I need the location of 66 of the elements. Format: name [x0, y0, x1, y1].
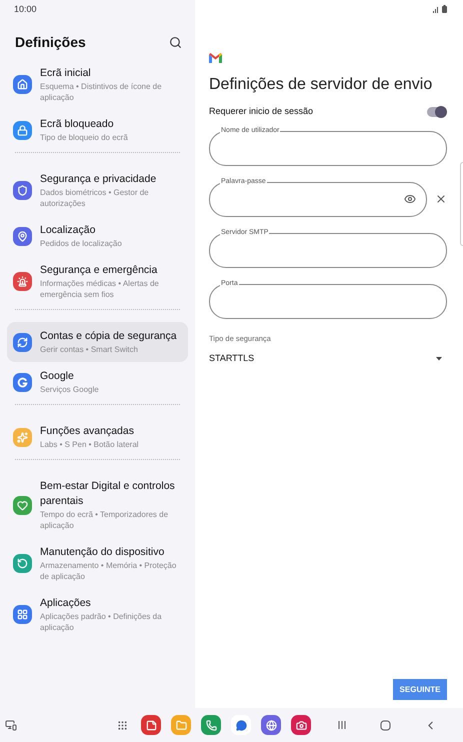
page-title: Definições de servidor de envio	[209, 75, 434, 95]
item-title: Funções avançadas	[40, 424, 135, 439]
apps-icon	[13, 605, 32, 624]
item-title: Manutenção do dispositivo	[40, 545, 166, 560]
settings-item[interactable]: Contas e cópia de segurança Gerir contas • Smart Switch	[7, 322, 188, 362]
settings-item[interactable]: Google Serviços Google	[7, 362, 188, 402]
sparkle-icon	[13, 428, 32, 446]
toggle-switch[interactable]	[427, 106, 446, 117]
item-subtitle: Dados biométricos • Gestor de autorizações	[40, 187, 150, 209]
item-title: Google	[40, 369, 75, 384]
settings-title: Definições	[15, 33, 86, 52]
item-subtitle: Armazenamento • Memória • Proteção de aplicação	[40, 560, 178, 582]
item-title: Contas e cópia de segurança	[40, 329, 177, 344]
battery-icon	[442, 5, 447, 13]
settings-item[interactable]: Ecrã inicial Esquema • Distintivos de ícone de aplicação	[7, 59, 188, 110]
clear-icon[interactable]	[435, 193, 447, 205]
app-drawer-icon[interactable]	[117, 720, 128, 730]
item-subtitle: Tempo do ecrã • Temporizadores de aplicação	[40, 509, 170, 531]
settings-item[interactable]: Aplicações Aplicações padrão • Definições da aplicação	[7, 589, 188, 640]
settings-item[interactable]: Segurança e emergência Informações médicas • Alertas de emergência sem fios	[7, 256, 188, 307]
home-icon	[13, 75, 32, 94]
item-subtitle: Labs • S Pen • Botão lateral	[40, 439, 139, 450]
settings-item[interactable]: Segurança e privacidade Dados biométricos • Gestor de autorizações	[7, 165, 188, 216]
siren-icon	[13, 272, 32, 291]
search-icon[interactable]	[169, 36, 182, 49]
item-title: Ecrã bloqueado	[40, 117, 115, 132]
item-subtitle: Pedidos de localização	[40, 238, 122, 249]
refresh-icon	[13, 554, 32, 573]
toggle-label: Requerer inicio de sessão	[209, 105, 314, 118]
mail-logo-icon	[209, 53, 222, 63]
heart-icon	[13, 496, 32, 514]
settings-item[interactable]: Manutenção do dispositivo Armazenamento • Memória • Proteção de aplicação	[7, 538, 188, 589]
item-subtitle: Informações médicas • Alertas de emergência sem fios	[40, 278, 160, 300]
item-subtitle: Esquema • Distintivos de ícone de aplicação	[40, 81, 163, 103]
item-subtitle: Tipo de bloqueio do ecrã	[40, 132, 128, 143]
item-subtitle: Aplicações padrão • Definições da aplicação	[40, 611, 163, 633]
recent-apps-icon[interactable]	[337, 720, 347, 730]
location-pin-icon	[13, 226, 32, 246]
status-time: 10:00	[14, 2, 37, 16]
security-dropdown[interactable]: STARTTLS	[209, 352, 447, 366]
item-title: Segurança e privacidade	[40, 172, 158, 187]
home-button-icon[interactable]	[380, 720, 391, 730]
google-icon	[13, 372, 32, 392]
item-title: Aplicações	[40, 596, 92, 611]
item-title: Localização	[40, 223, 96, 238]
item-title: Segurança e emergência	[40, 263, 158, 278]
camera-icon[interactable]	[291, 715, 311, 735]
item-subtitle: Serviços Google	[40, 384, 99, 395]
sync-icon	[13, 332, 32, 352]
lock-icon	[13, 120, 32, 140]
taskbar-icon[interactable]	[5, 719, 17, 731]
settings-item[interactable]: Funções avançadas Labs • S Pen • Botão lateral	[7, 417, 188, 457]
phone-icon[interactable]	[201, 715, 221, 735]
show-password-icon[interactable]	[404, 193, 416, 205]
chat-bubble-icon[interactable]	[231, 715, 251, 735]
item-subtitle: Gerir contas • Smart Switch	[40, 344, 139, 355]
note-icon[interactable]	[141, 715, 161, 735]
settings-item[interactable]: Localização Pedidos de localização	[7, 216, 188, 256]
item-title: Bem-estar Digital e controlos parentais	[40, 479, 176, 509]
globe-icon[interactable]	[261, 715, 281, 735]
dropdown-caret-icon	[436, 356, 442, 360]
signal-icon	[433, 6, 440, 13]
settings-item[interactable]: Bem-estar Digital e controlos parentais Tempo do ecrã • Temporizadores de aplicação	[7, 472, 188, 538]
item-title: Ecrã inicial	[40, 66, 92, 81]
settings-item[interactable]: Ecrã bloqueado Tipo de bloqueio do ecrã	[7, 110, 188, 150]
shield-icon	[13, 181, 32, 200]
